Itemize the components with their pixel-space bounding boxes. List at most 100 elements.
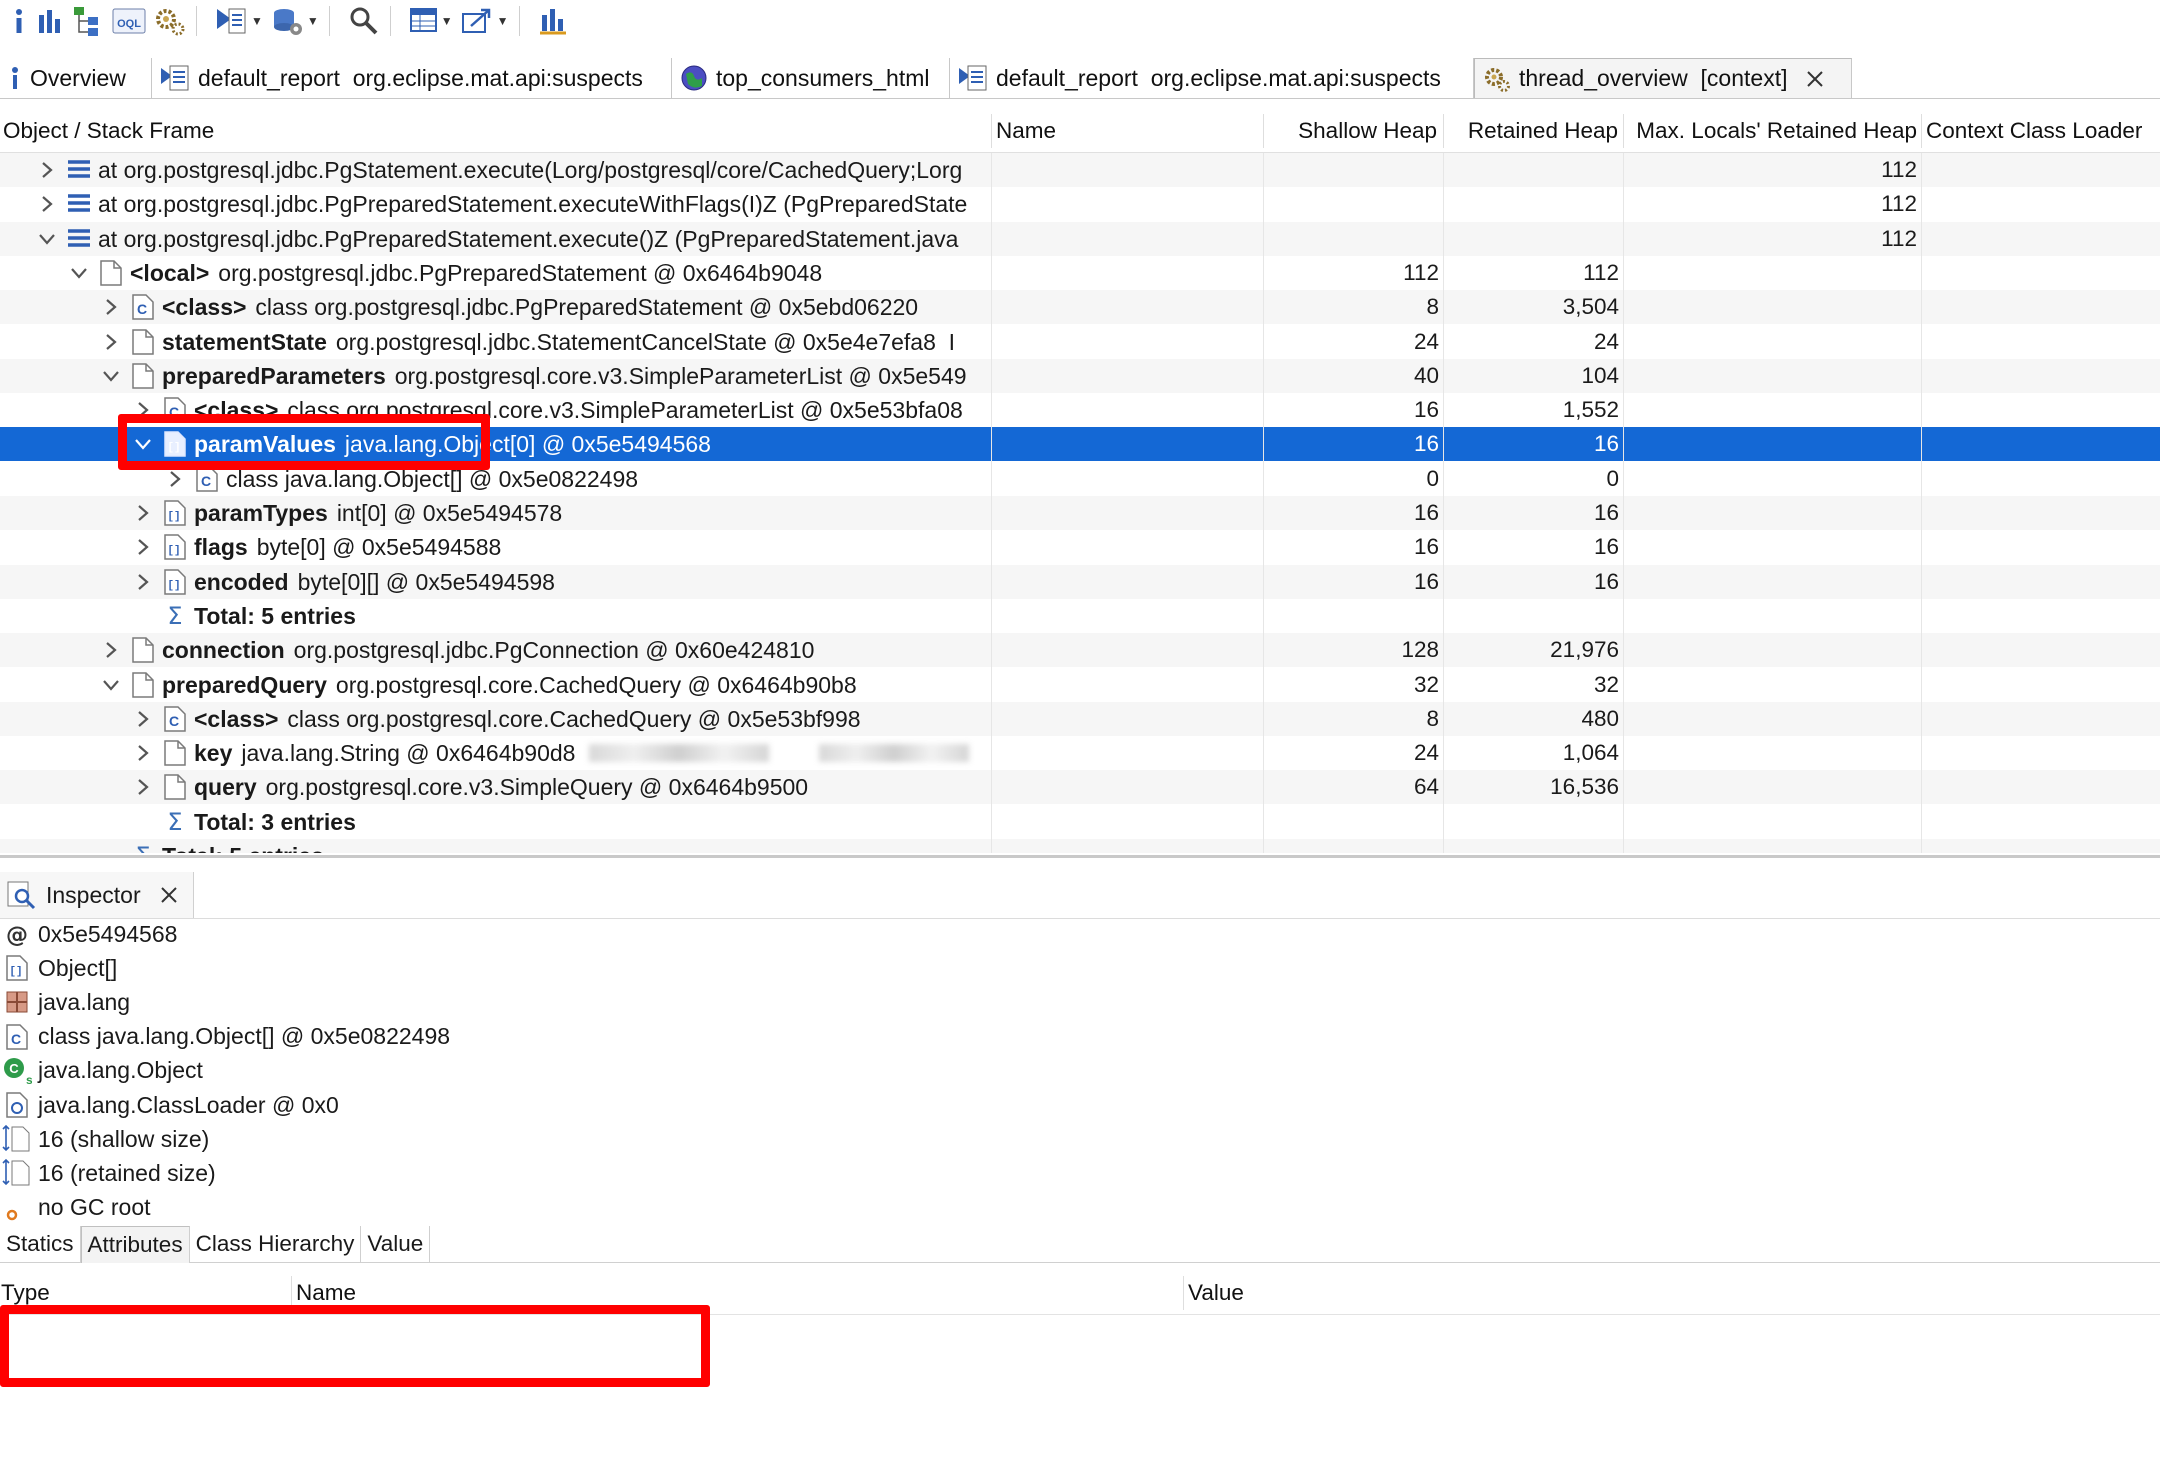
chevron-right-icon[interactable] xyxy=(100,325,122,359)
chevron-right-icon[interactable] xyxy=(100,633,122,667)
tab-default-report-2[interactable]: default_report org.eclipse.mat.api:suspe… xyxy=(950,58,1474,98)
column-header-retained-heap[interactable]: Retained Heap xyxy=(1448,110,1618,152)
tree-row[interactable]: key java.lang.String @ 0x6464b90d8 24 1,064 xyxy=(0,736,2160,770)
field-name: key xyxy=(194,740,233,766)
tab-attributes[interactable]: Attributes xyxy=(80,1226,190,1263)
column-header-name[interactable]: Name xyxy=(996,110,1056,152)
inspector-item[interactable]: @0x5e5494568 xyxy=(0,917,177,951)
tree-row[interactable]: at org.postgresql.jdbc.PgPreparedStateme… xyxy=(0,187,2160,221)
object-cell: [] encoded byte[0][] @ 0x5e5494598 xyxy=(132,565,990,599)
inspector-item[interactable]: [] Object[] xyxy=(0,951,117,985)
chevron-right-icon[interactable] xyxy=(132,702,154,736)
redacted-value xyxy=(589,744,770,762)
chevron-down-icon[interactable] xyxy=(68,256,90,290)
column-divider[interactable] xyxy=(1623,114,1624,148)
tab-statics[interactable]: Statics xyxy=(0,1226,81,1262)
inspector-item[interactable]: no GC root xyxy=(0,1191,151,1225)
column-header-object[interactable]: Object / Stack Frame xyxy=(3,110,214,152)
tree-row[interactable]: at org.postgresql.jdbc.PgPreparedStateme… xyxy=(0,222,2160,256)
tree-row[interactable]: [] flags byte[0] @ 0x5e5494588 16 16 xyxy=(0,530,2160,564)
inspector-item[interactable]: Cclass java.lang.Object[] @ 0x5e0822498 xyxy=(0,1020,450,1054)
grid-line xyxy=(1623,153,1624,853)
tree-row[interactable]: Σ Total: 5 entries xyxy=(0,839,2160,853)
tree-row[interactable]: preparedParameters org.postgresql.core.v3… xyxy=(0,359,2160,393)
tree-row[interactable]: statementState org.postgresql.jdbc.Statem… xyxy=(0,325,2160,359)
chevron-down-icon[interactable] xyxy=(36,222,58,256)
chevron-right-icon[interactable] xyxy=(36,187,58,221)
close-icon[interactable] xyxy=(159,885,179,905)
svg-text:Σ: Σ xyxy=(167,809,182,835)
find-object-button[interactable] xyxy=(348,2,380,40)
query-browser-icon xyxy=(273,9,302,35)
run-report-button[interactable]: ▼ xyxy=(215,2,263,40)
column-header-context-class-loader[interactable]: Context Class Loader xyxy=(1926,110,2142,152)
tab-inspector[interactable]: Inspector xyxy=(0,872,194,918)
tab-default-report-1[interactable]: default_report org.eclipse.mat.api:suspe… xyxy=(152,58,672,98)
info-icon xyxy=(8,65,22,91)
dominator-tree-button[interactable] xyxy=(72,2,104,40)
oql-button[interactable]: OQL xyxy=(112,2,146,40)
chevron-right-icon[interactable] xyxy=(100,290,122,324)
export-button[interactable]: ▼ xyxy=(461,2,509,40)
heap-dump-overview-button[interactable] xyxy=(538,2,568,40)
column-header-max-locals-retained-heap[interactable]: Max. Locals' Retained Heap xyxy=(1627,110,1917,152)
tree-row[interactable]: [] encoded byte[0][] @ 0x5e5494598 16 16 xyxy=(0,565,2160,599)
tree-row[interactable]: [] paramTypes int[0] @ 0x5e5494578 16 16 xyxy=(0,496,2160,530)
field-name: flags xyxy=(194,534,248,560)
column-divider[interactable] xyxy=(1263,114,1264,148)
tree-row[interactable]: C <class> class org.postgresql.core.Cached… xyxy=(0,702,2160,736)
group-result-button[interactable]: ▼ xyxy=(409,2,453,40)
object-label: org.postgresql.jdbc.StatementCancelState… xyxy=(335,329,956,355)
tree-row[interactable]: preparedQuery org.postgresql.core.CachedQ… xyxy=(0,668,2160,702)
inspector-item[interactable]: 16 (shallow size) xyxy=(0,1122,209,1156)
chevron-right-icon[interactable] xyxy=(132,530,154,564)
retained-heap-cell: 16,536 xyxy=(1550,774,1619,799)
histogram-button[interactable] xyxy=(36,2,64,40)
column-header-shallow-heap[interactable]: Shallow Heap xyxy=(1268,110,1437,152)
super-class-icon: Cs xyxy=(0,1054,34,1088)
inspector-tab-label: Inspector xyxy=(46,881,141,908)
retained-heap-cell: 16 xyxy=(1593,569,1619,594)
tab-overview[interactable]: Overview xyxy=(0,58,152,98)
tree-row[interactable]: C <class> class org.postgresql.jdbc.PgPrep… xyxy=(0,290,2160,324)
tree-row[interactable]: at org.postgresql.jdbc.PgStatement.execu… xyxy=(0,153,2160,187)
inspector-item[interactable]: java.lang xyxy=(0,985,130,1019)
chevron-right-icon[interactable] xyxy=(132,736,154,770)
column-header-value[interactable]: Value xyxy=(1188,1272,1244,1314)
inspector-item[interactable]: Cs java.lang.Object xyxy=(0,1054,203,1088)
tab-top-consumers-html[interactable]: top_consumers_html xyxy=(672,58,950,98)
chevron-right-icon[interactable] xyxy=(132,770,154,804)
column-divider[interactable] xyxy=(1183,1276,1184,1310)
retained-heap-cell xyxy=(1448,805,1619,839)
thread-overview-button[interactable] xyxy=(154,2,186,40)
column-divider[interactable] xyxy=(991,114,992,148)
tree-row[interactable]: Σ Total: 3 entries xyxy=(0,805,2160,839)
chevron-right-icon[interactable] xyxy=(36,153,58,187)
svg-text:[]: [] xyxy=(9,966,22,978)
chevron-down-icon: ▼ xyxy=(306,14,319,28)
query-browser-button[interactable]: ▼ xyxy=(271,2,319,40)
chevron-down-icon[interactable] xyxy=(100,359,122,393)
shallow-heap-cell xyxy=(1268,187,1439,221)
tab-thread-overview[interactable]: thread_overview [context] xyxy=(1474,58,1852,98)
tree-row[interactable]: query org.postgresql.core.v3.SimpleQuery … xyxy=(0,770,2160,804)
info-button[interactable] xyxy=(10,2,28,40)
inspector-item[interactable]: java.lang.ClassLoader @ 0x0 xyxy=(0,1088,339,1122)
chevron-down-icon[interactable] xyxy=(100,668,122,702)
tree-row[interactable]: connection org.postgresql.jdbc.PgConnecti… xyxy=(0,633,2160,667)
tab-value[interactable]: Value xyxy=(361,1226,431,1262)
inspector-item[interactable]: 16 (retained size) xyxy=(0,1156,216,1190)
oql-label: OQL xyxy=(117,18,141,30)
column-divider[interactable] xyxy=(1443,114,1444,148)
tree-row[interactable]: Σ Total: 5 entries xyxy=(0,599,2160,633)
chevron-right-icon[interactable] xyxy=(132,496,154,530)
tab-class-hierarchy[interactable]: Class Hierarchy xyxy=(190,1226,362,1262)
max-locals-cell xyxy=(1627,770,1917,804)
pane-splitter[interactable] xyxy=(0,855,2160,858)
tree-row[interactable]: <local> org.postgresql.jdbc.PgPreparedSta… xyxy=(0,256,2160,290)
close-icon[interactable] xyxy=(1805,69,1825,89)
column-divider[interactable] xyxy=(1921,114,1922,148)
object-icon xyxy=(162,738,188,768)
max-locals-cell xyxy=(1627,736,1917,770)
chevron-right-icon[interactable] xyxy=(132,565,154,599)
